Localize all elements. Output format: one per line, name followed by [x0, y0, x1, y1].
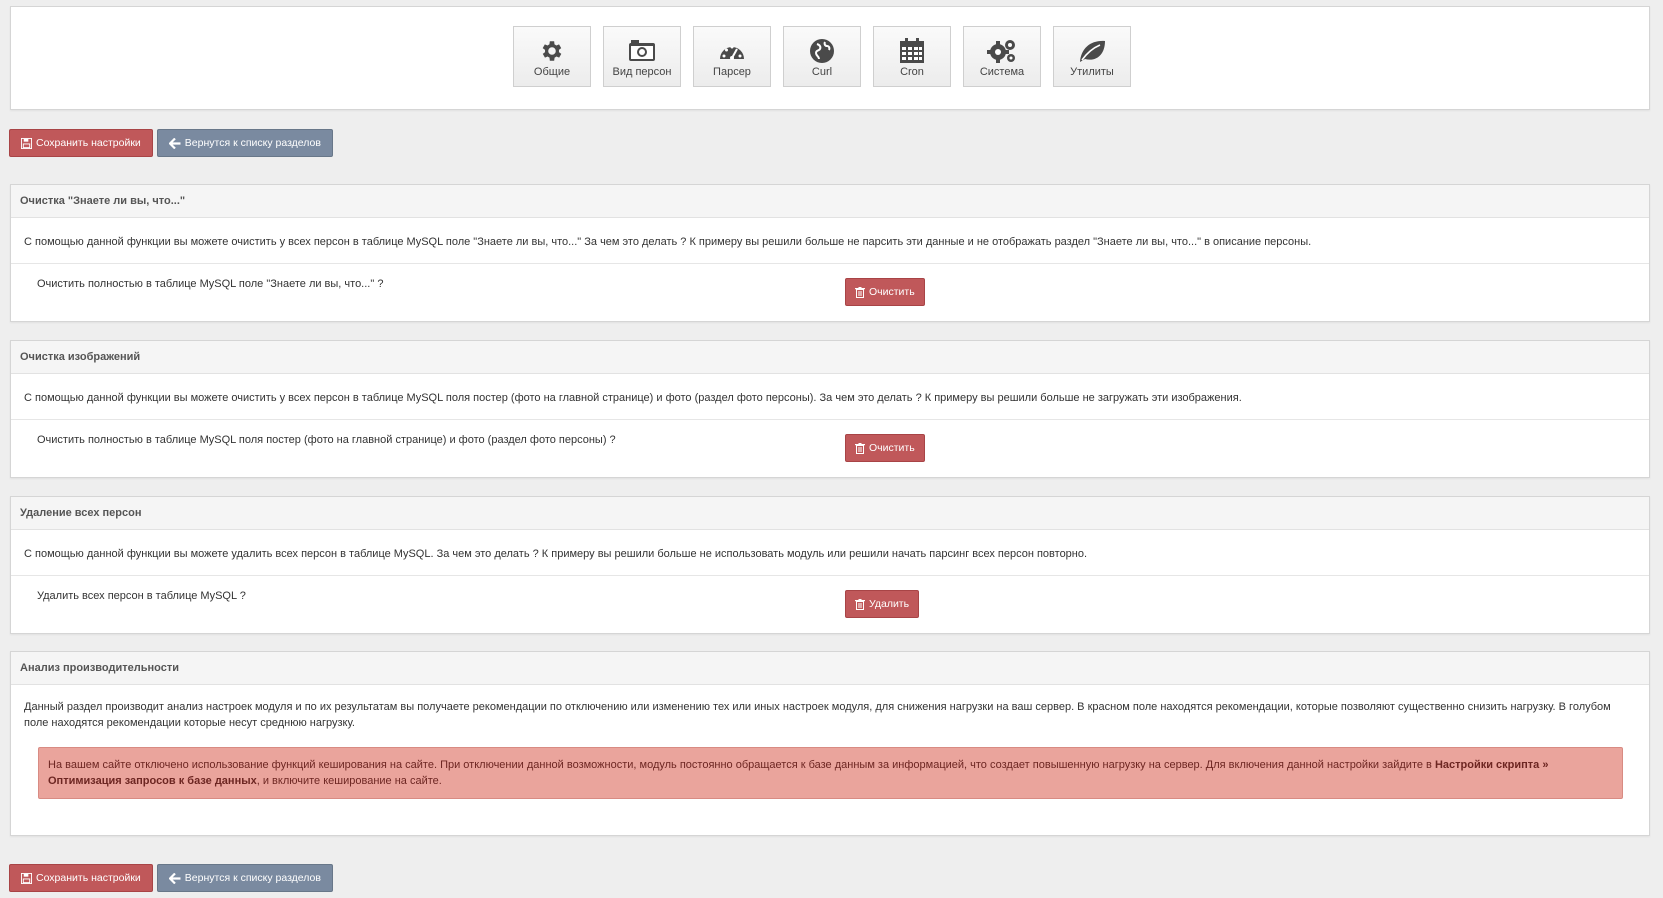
- toolbar-top: Сохранить настройки Вернутся к списку ра…: [9, 129, 333, 157]
- globe-icon: [809, 37, 835, 65]
- delete-persons-button[interactable]: Удалить: [845, 590, 920, 618]
- section-description: С помощью данной функции вы можете очист…: [11, 374, 1649, 420]
- save-settings-label: Сохранить настройки: [36, 137, 141, 149]
- camera-icon: [628, 37, 656, 65]
- nav-item-label: Утилиты: [1070, 66, 1114, 78]
- gears-icon: [987, 37, 1017, 65]
- leaf-icon: [1077, 37, 1107, 65]
- nav-item-system[interactable]: Система: [963, 26, 1041, 87]
- section-action-row: Удалить всех персон в таблице MySQL ? Уд…: [11, 576, 1649, 631]
- clear-images-button[interactable]: Очистить: [845, 434, 925, 462]
- action-question: Очистить полностью в таблице MySQL поля …: [37, 434, 616, 446]
- nav-item-label: Вид персон: [612, 66, 672, 78]
- settings-nav-panel: Общие Вид персон Парсер Curl Cron Систем…: [10, 6, 1650, 110]
- section-clear-images: Очистка изображений С помощью данной фун…: [10, 340, 1650, 478]
- nav-item-label: Система: [979, 66, 1025, 78]
- trash-icon: [855, 598, 865, 610]
- save-settings-label: Сохранить настройки: [36, 872, 141, 884]
- toolbar-bottom: Сохранить настройки Вернутся к списку ра…: [9, 864, 333, 892]
- floppy-icon: [21, 872, 32, 884]
- nav-item-cron[interactable]: Cron: [873, 26, 951, 87]
- save-settings-button[interactable]: Сохранить настройки: [9, 864, 153, 892]
- nav-item-general[interactable]: Общие: [513, 26, 591, 87]
- danger-recommendation-alert: На вашем сайте отключено использование ф…: [38, 747, 1623, 799]
- settings-nav: Общие Вид персон Парсер Curl Cron Систем…: [513, 26, 1131, 87]
- clear-label: Очистить: [869, 442, 915, 454]
- calendar-icon: [899, 37, 925, 65]
- nav-item-label: Curl: [811, 66, 833, 78]
- delete-label: Удалить: [869, 598, 910, 610]
- section-description: С помощью данной функции вы можете очист…: [11, 218, 1649, 264]
- section-action-row: Очистить полностью в таблице MySQL поле …: [11, 264, 1649, 319]
- alert-text: На вашем сайте отключено использование ф…: [48, 759, 1435, 771]
- dashboard-icon: [718, 37, 746, 65]
- section-title: Очистка "Знаете ли вы, что...": [11, 185, 1649, 218]
- section-performance: Анализ производительности Данный раздел …: [10, 651, 1650, 836]
- nav-item-utilities[interactable]: Утилиты: [1053, 26, 1131, 87]
- section-delete-persons: Удаление всех персон С помощью данной фу…: [10, 496, 1650, 634]
- section-title: Анализ производительности: [11, 652, 1649, 685]
- back-to-sections-button[interactable]: Вернутся к списку разделов: [156, 129, 333, 157]
- floppy-icon: [21, 137, 32, 149]
- section-action-row: Очистить полностью в таблице MySQL поля …: [11, 420, 1649, 475]
- trash-icon: [855, 442, 865, 454]
- nav-item-parser[interactable]: Парсер: [693, 26, 771, 87]
- section-title: Очистка изображений: [11, 341, 1649, 374]
- nav-item-curl[interactable]: Curl: [783, 26, 861, 87]
- section-description: Данный раздел производит анализ настроек…: [24, 701, 1611, 729]
- section-description: С помощью данной функции вы можете удали…: [11, 530, 1649, 576]
- back-to-sections-button[interactable]: Вернутся к списку разделов: [156, 864, 333, 892]
- clear-label: Очистить: [869, 286, 915, 298]
- nav-item-persons-view[interactable]: Вид персон: [603, 26, 681, 87]
- section-title: Удаление всех персон: [11, 497, 1649, 530]
- back-to-sections-label: Вернутся к списку разделов: [184, 137, 321, 149]
- alert-tail: , и включите кеширование на сайте.: [256, 775, 442, 787]
- save-settings-button[interactable]: Сохранить настройки: [9, 129, 153, 157]
- trash-icon: [855, 286, 865, 298]
- section-clear-know: Очистка "Знаете ли вы, что..." С помощью…: [10, 184, 1650, 322]
- action-question: Очистить полностью в таблице MySQL поле …: [37, 278, 384, 290]
- arrow-left-icon: [168, 872, 181, 884]
- arrow-left-icon: [168, 137, 181, 149]
- clear-know-button[interactable]: Очистить: [845, 278, 925, 306]
- nav-item-label: Парсер: [713, 66, 751, 78]
- action-question: Удалить всех персон в таблице MySQL ?: [37, 590, 246, 602]
- gear-icon: [539, 37, 565, 65]
- back-to-sections-label: Вернутся к списку разделов: [184, 872, 321, 884]
- nav-item-label: Общие: [533, 66, 571, 78]
- nav-item-label: Cron: [900, 66, 924, 78]
